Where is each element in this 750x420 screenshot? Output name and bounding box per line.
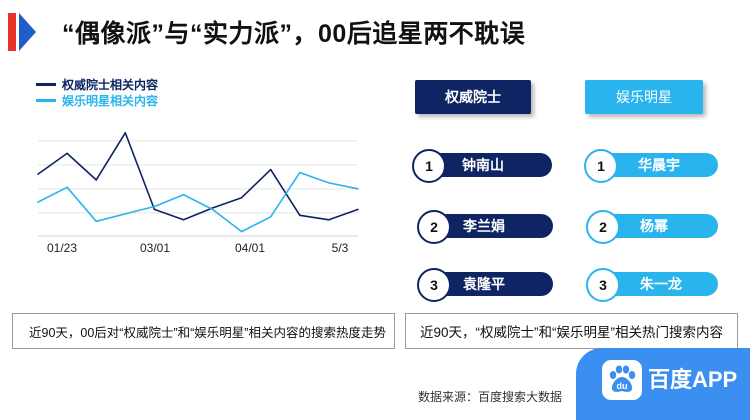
academic-name: 李兰娟 (463, 218, 505, 234)
app-name: 百度APP (648, 367, 738, 392)
academic-header: 权威院士 (415, 80, 531, 114)
star-name: 朱一龙 (640, 276, 682, 292)
star-rank-row-3: 3 朱一龙 (586, 268, 726, 302)
x-tick-label: 5/3 (332, 241, 349, 255)
x-tick-label: 04/01 (235, 241, 265, 255)
star-rank-row-2: 2 杨幂 (586, 210, 726, 244)
data-point (124, 213, 127, 215)
data-source: 数据来源：百度搜索大数据 (418, 390, 563, 404)
data-point (299, 214, 301, 217)
paw-icon: du (609, 365, 636, 392)
data-point (211, 208, 214, 211)
data-point (153, 208, 156, 211)
data-point (95, 220, 97, 223)
trend-chart: 01/23 03/01 04/01 5/3 (37, 131, 359, 255)
data-point (66, 186, 68, 189)
data-point (124, 131, 127, 134)
data-point (328, 182, 330, 184)
chart-legend: 权威院士相关内容 娱乐明星相关内容 (36, 76, 158, 108)
academic-rank-row-3: 3 袁隆平 (417, 268, 557, 302)
rank-badge: 3 (586, 268, 620, 302)
data-point (240, 230, 243, 233)
ranking-caption: 近90天，“权威院士”和“娱乐明星”相关热门搜索内容 (405, 313, 738, 349)
rank-badge: 2 (417, 210, 451, 244)
data-point (269, 168, 272, 171)
rank-badge: 2 (586, 210, 620, 244)
logo-text: du (617, 381, 628, 391)
rank-badge: 1 (584, 149, 618, 183)
rank-badge: 3 (417, 268, 451, 302)
legend-item-academic: 权威院士相关内容 (36, 76, 158, 92)
academic-rank-row-1: 1 钟南山 (412, 149, 552, 183)
star-rank-row-1: 1 华晨宇 (584, 149, 724, 183)
academic-name: 袁隆平 (463, 276, 505, 292)
rank-badge: 1 (412, 149, 446, 183)
star-header: 娱乐明星 (585, 80, 703, 114)
star-name: 华晨宇 (638, 157, 680, 173)
data-point (240, 196, 243, 199)
data-point (182, 218, 185, 221)
academic-rank-row-2: 2 李兰娟 (417, 210, 557, 244)
data-point (153, 205, 156, 208)
data-point (95, 179, 97, 181)
star-name: 杨幂 (640, 218, 668, 234)
x-tick-label: 01/23 (47, 241, 77, 255)
legend-item-star: 娱乐明星相关内容 (36, 92, 158, 108)
legend-label-star: 娱乐明星相关内容 (62, 93, 159, 108)
data-point (357, 208, 359, 211)
data-point (269, 216, 272, 218)
legend-swatch-star (36, 98, 56, 102)
data-point (299, 171, 301, 174)
data-point (66, 152, 68, 155)
x-tick-label: 03/01 (140, 241, 170, 255)
data-point (357, 188, 359, 190)
academic-name: 钟南山 (462, 157, 504, 173)
data-point (182, 193, 185, 196)
chart-caption: 近90天，00后对“权威院士”和“娱乐明星”相关内容的搜索热度走势 (12, 313, 395, 349)
legend-swatch-academic (36, 82, 56, 86)
data-point (37, 173, 39, 175)
baidu-paw-icon: du (602, 360, 642, 400)
legend-label-academic: 权威院士相关内容 (62, 77, 159, 92)
data-point (328, 218, 330, 221)
data-point (37, 201, 39, 203)
series-line-2 (37, 171, 359, 233)
